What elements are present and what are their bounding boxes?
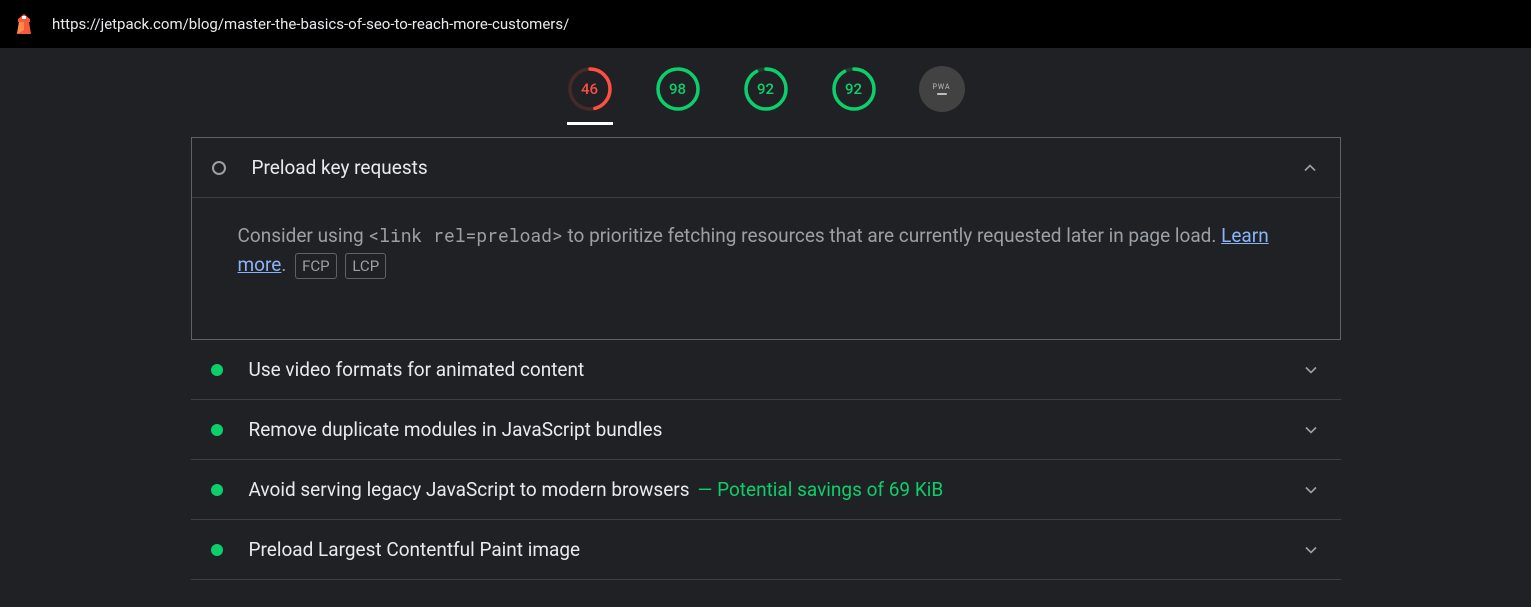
gauge-circle: 98 xyxy=(655,66,701,112)
audit-row: Preload Largest Contentful Paint image xyxy=(191,520,1341,580)
lighthouse-icon xyxy=(12,12,36,36)
chevron-down-icon xyxy=(1301,420,1321,440)
status-neutral-icon xyxy=(212,161,226,175)
pwa-gauge[interactable]: PWA xyxy=(919,66,965,125)
audit-preload-key-requests: Preload key requests Consider using <lin… xyxy=(191,137,1341,340)
audit-header[interactable]: Preload Largest Contentful Paint image xyxy=(191,520,1341,579)
audit-title: Preload key requests xyxy=(252,156,428,179)
chevron-down-icon xyxy=(1301,480,1321,500)
score-gauge-1[interactable]: 98 xyxy=(655,66,701,125)
score-gauge-2[interactable]: 92 xyxy=(743,66,789,125)
chevron-down-icon xyxy=(1301,360,1321,380)
audit-savings: — Potential savings of 69 KiB xyxy=(698,478,944,501)
audit-title: Avoid serving legacy JavaScript to moder… xyxy=(249,478,690,501)
page-url: https://jetpack.com/blog/master-the-basi… xyxy=(52,15,569,33)
score-gauge-0[interactable]: 46 xyxy=(567,66,613,125)
audit-header[interactable]: Avoid serving legacy JavaScript to moder… xyxy=(191,460,1341,519)
audit-title: Remove duplicate modules in JavaScript b… xyxy=(249,418,663,441)
status-pass-icon xyxy=(211,544,223,556)
gauge-score: 92 xyxy=(743,66,789,112)
gauge-score: 98 xyxy=(655,66,701,112)
gauge-circle: 92 xyxy=(831,66,877,112)
chevron-up-icon xyxy=(1300,158,1320,178)
score-gauges-row: 46 98 92 92 PWA xyxy=(0,48,1531,137)
topbar: https://jetpack.com/blog/master-the-basi… xyxy=(0,0,1531,48)
status-pass-icon xyxy=(211,364,223,376)
gauge-circle: 92 xyxy=(743,66,789,112)
audit-description: Consider using <link rel=preload> to pri… xyxy=(192,198,1340,339)
score-gauge-3[interactable]: 92 xyxy=(831,66,877,125)
status-pass-icon xyxy=(211,424,223,436)
audit-header[interactable]: Preload key requests xyxy=(192,138,1340,198)
gauge-circle: 46 xyxy=(567,66,613,112)
pwa-badge-icon: PWA xyxy=(919,66,965,112)
audit-header[interactable]: Use video formats for animated content xyxy=(191,340,1341,399)
metric-tag-fcp: FCP xyxy=(295,253,337,280)
audit-title: Use video formats for animated content xyxy=(249,358,585,381)
audit-row: Use video formats for animated content xyxy=(191,340,1341,400)
audit-header[interactable]: Remove duplicate modules in JavaScript b… xyxy=(191,400,1341,459)
status-pass-icon xyxy=(211,484,223,496)
audit-row: Avoid serving legacy JavaScript to moder… xyxy=(191,460,1341,520)
metric-tag-lcp: LCP xyxy=(345,253,386,280)
audit-title: Preload Largest Contentful Paint image xyxy=(249,538,581,561)
chevron-down-icon xyxy=(1301,540,1321,560)
audits-list: Preload key requests Consider using <lin… xyxy=(181,137,1351,580)
gauge-score: 46 xyxy=(567,66,613,112)
gauge-score: 92 xyxy=(831,66,877,112)
audit-row: Remove duplicate modules in JavaScript b… xyxy=(191,400,1341,460)
